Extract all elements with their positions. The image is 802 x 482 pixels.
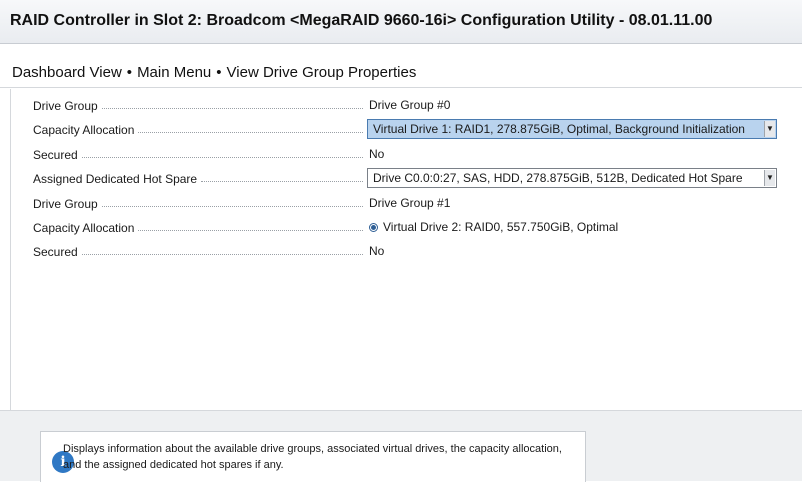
leader-dots [101,107,363,109]
breadcrumb: Dashboard View • Main Menu • View Drive Grou… [0,44,802,88]
property-row-capacity-allocation-0: Capacity Allocation Virtual Drive 1: RAI… [11,119,793,141]
leader-dots [201,180,363,182]
dropdown-arrow-icon[interactable]: ▼ [764,170,775,186]
property-row-drive-group-1: Drive Group Drive Group #1 [11,193,793,215]
help-box: i Displays information about the availab… [40,431,586,482]
help-area: i Displays information about the availab… [0,410,802,482]
property-label: Capacity Allocation [33,123,135,137]
secured-value: No [369,147,385,161]
properties-panel: Drive Group Drive Group #0 Capacity Allo… [10,89,802,410]
property-label: Drive Group [33,99,98,113]
virtual-drive-2-radio-option[interactable]: Virtual Drive 2: RAID0, 557.750GiB, Opti… [369,220,618,234]
property-row-hot-spare: Assigned Dedicated Hot Spare Drive C0.0:… [11,168,793,190]
property-label: Secured [33,245,78,259]
property-label: Capacity Allocation [33,221,135,235]
window-title: RAID Controller in Slot 2: Broadcom <Meg… [10,12,713,29]
leader-dots [138,131,363,133]
property-label: Drive Group [33,197,98,211]
leader-dots [81,253,363,255]
leader-dots [101,205,363,207]
drive-group-value: Drive Group #0 [369,98,451,112]
property-row-capacity-allocation-1: Capacity Allocation Virtual Drive 2: RAI… [11,217,793,239]
breadcrumb-trail: Dashboard View • Main Menu • View Drive Grou… [12,64,416,81]
breadcrumb-separator: • [216,64,222,81]
capacity-allocation-selected-value: Virtual Drive 1: RAID1, 278.875GiB, Opti… [373,122,745,136]
help-text: Displays information about the available… [63,443,562,471]
radio-selected-icon[interactable] [369,222,378,232]
title-bar: RAID Controller in Slot 2: Broadcom <Meg… [0,0,802,44]
drive-group-value: Drive Group #1 [369,196,451,210]
leader-dots [138,229,363,231]
breadcrumb-current-page: View Drive Group Properties [226,64,417,81]
breadcrumb-separator: • [126,64,133,81]
property-row-secured-1: Secured No [11,241,793,263]
property-row-secured-0: Secured No [11,144,793,166]
dropdown-arrow-icon[interactable]: ▼ [764,121,775,137]
property-row-drive-group-0: Drive Group Drive Group #0 [11,95,793,117]
breadcrumb-dashboard-view[interactable]: Dashboard View [12,64,122,81]
hot-spare-select[interactable]: Drive C0.0:0:27, SAS, HDD, 278.875GiB, 5… [367,168,777,188]
property-label: Assigned Dedicated Hot Spare [33,172,198,186]
breadcrumb-main-menu[interactable]: Main Menu [137,64,211,81]
leader-dots [81,156,363,158]
hot-spare-selected-value: Drive C0.0:0:27, SAS, HDD, 278.875GiB, 5… [373,171,743,185]
capacity-allocation-select[interactable]: Virtual Drive 1: RAID1, 278.875GiB, Opti… [367,119,777,139]
virtual-drive-2-label: Virtual Drive 2: RAID0, 557.750GiB, Opti… [383,220,619,234]
property-label: Secured [33,148,78,162]
secured-value: No [369,244,385,258]
